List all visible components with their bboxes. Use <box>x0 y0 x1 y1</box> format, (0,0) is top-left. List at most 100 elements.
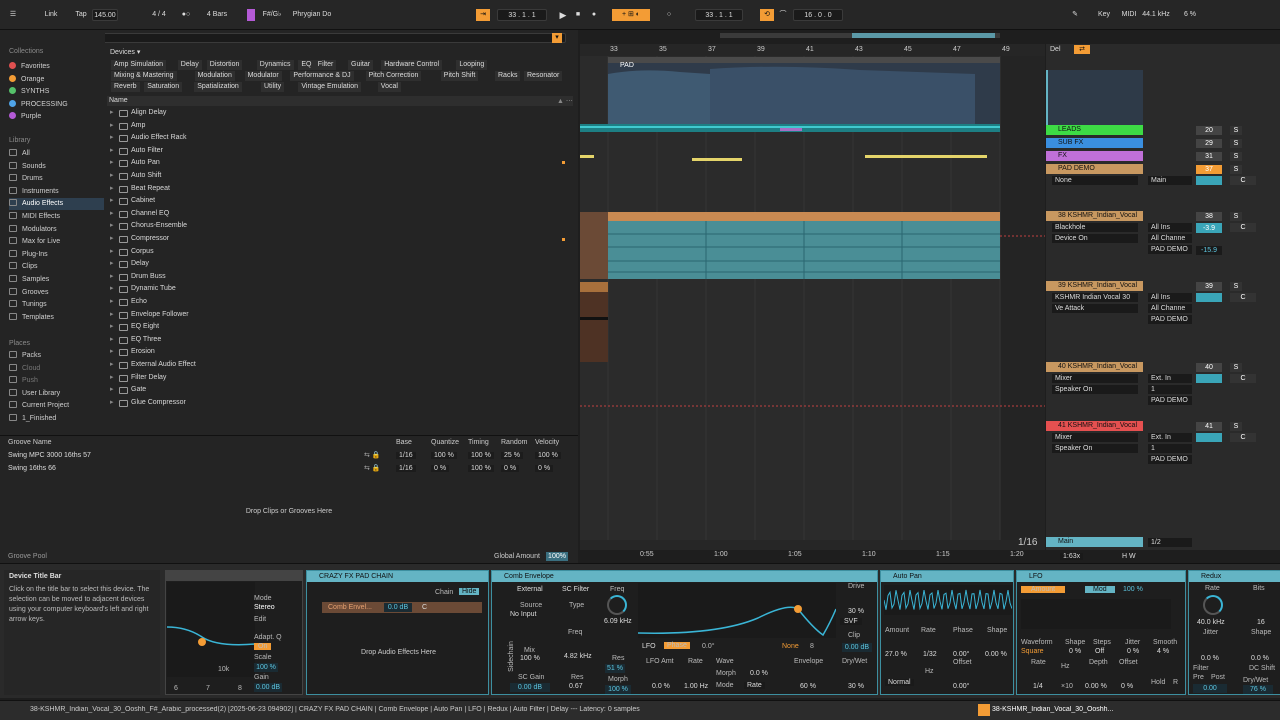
clip-value[interactable]: 0.00 dB <box>842 643 872 652</box>
redux-post-button[interactable]: Post <box>1211 674 1225 681</box>
lfo-hz[interactable]: Hz <box>1061 663 1070 670</box>
list-item[interactable]: ▸ EQ Three <box>107 334 573 347</box>
list-item[interactable]: ▸ Compressor <box>107 233 573 246</box>
tag-filter[interactable]: Guitar <box>348 60 374 70</box>
pan-value[interactable]: C <box>1230 293 1256 302</box>
track-number[interactable]: 29 <box>1196 139 1222 148</box>
track-header[interactable]: 41 KSHMR_Indian_Vocal <box>1046 421 1143 431</box>
sc-filter-toggle[interactable]: SC Filter <box>562 586 589 593</box>
jitter-value[interactable]: 0 % <box>1127 648 1139 655</box>
bar-number[interactable]: 45 <box>904 46 912 53</box>
redux-jitter-value[interactable]: 0.0 % <box>1201 655 1219 662</box>
groove-value[interactable]: 0 % <box>535 464 554 472</box>
time-marker[interactable]: 0:55 <box>640 551 654 558</box>
play-icon[interactable]: ▶ <box>557 9 569 21</box>
expand-arrow-icon[interactable]: ▸ <box>110 120 114 133</box>
redux-bits-value[interactable]: 16 <box>1257 619 1265 626</box>
autopan-offset-value[interactable]: 0.00° <box>953 683 969 690</box>
time-marker[interactable]: 1:20 <box>1010 551 1024 558</box>
expand-arrow-icon[interactable]: ▸ <box>110 246 114 259</box>
places-item[interactable]: Current Project <box>9 400 104 412</box>
list-item[interactable]: ▸ Auto Shift <box>107 170 573 183</box>
solo-button[interactable]: S <box>1230 363 1242 372</box>
lfo-title[interactable]: LFO <box>1017 571 1185 582</box>
routing-select[interactable]: PAD DEMO <box>1148 315 1192 324</box>
routing-select[interactable]: PAD DEMO <box>1148 245 1192 254</box>
song-position[interactable]: 33 . 1 . 1 <box>497 9 547 21</box>
solo-button[interactable]: S <box>1230 139 1242 148</box>
redux-title[interactable]: Redux <box>1189 571 1280 582</box>
filter-view-icon[interactable]: ▾ <box>552 33 562 43</box>
autopan-amount-value[interactable]: 27.0 % <box>885 651 907 658</box>
tag-filter[interactable]: Resonator <box>524 71 563 81</box>
chain-volume[interactable]: 0.0 dB <box>384 603 412 612</box>
groove-value[interactable]: 100 % <box>431 452 457 459</box>
tag-filter[interactable]: Reverb <box>111 82 140 92</box>
tempo-field[interactable]: 145.00 <box>92 9 118 21</box>
time-signature[interactable]: 4 / 4 <box>147 9 171 21</box>
autopan-shape-value[interactable]: 0.00 % <box>985 651 1007 658</box>
track-header[interactable]: 40 KSHMR_Indian_Vocal <box>1046 362 1143 372</box>
eq-gain-value[interactable]: 0.00 dB <box>254 683 282 692</box>
library-item[interactable]: Modulators <box>9 224 104 236</box>
phase-value[interactable]: 0.0° <box>702 643 715 650</box>
tag-filter[interactable]: Mixing & Mastering <box>111 71 177 81</box>
solo-button[interactable]: S <box>1230 212 1242 221</box>
list-item[interactable]: ▸ Beat Repeat <box>107 183 573 196</box>
capture-icon[interactable]: ○ <box>664 9 674 21</box>
expand-arrow-icon[interactable]: ▸ <box>110 384 114 397</box>
list-item[interactable]: ▸ Auto Pan <box>107 157 573 170</box>
routing-select[interactable]: Device On <box>1052 234 1138 243</box>
routing-select[interactable]: KSHMR Indian Vocal 30 <box>1052 293 1138 302</box>
redux-pre-button[interactable]: Pre <box>1193 674 1204 681</box>
groove-value[interactable]: 25 % <box>501 452 523 459</box>
list-item[interactable]: ▸ Chorus-Ensemble <box>107 220 573 233</box>
library-item[interactable]: Grooves <box>9 287 104 299</box>
warning-icon[interactable] <box>978 704 990 716</box>
loop-length[interactable]: 16 . 0 . 0 <box>793 9 843 21</box>
routing-select[interactable]: PAD DEMO <box>1148 396 1192 405</box>
loop-icon[interactable]: ⟲ <box>760 9 774 21</box>
lfo-x10[interactable]: ×10 <box>1061 683 1073 690</box>
tag-filter[interactable]: Distortion <box>206 60 243 70</box>
comb-envelope-display[interactable] <box>638 583 836 638</box>
eq-title-bar[interactable] <box>166 571 302 581</box>
groove-drop-zone[interactable]: Drop Clips or Grooves Here <box>0 508 578 515</box>
expand-arrow-icon[interactable]: ▸ <box>110 309 114 322</box>
track-header[interactable]: 38 KSHMR_Indian_Vocal <box>1046 211 1143 221</box>
library-item[interactable]: Templates <box>9 312 104 324</box>
time-marker[interactable]: 1:05 <box>788 551 802 558</box>
comb-freq-knob[interactable] <box>607 595 627 615</box>
env-none[interactable]: None <box>782 643 799 650</box>
automation-arm-buttons[interactable]: + ⊞ ◐ <box>612 9 650 21</box>
env-steps[interactable]: 8 <box>810 643 814 650</box>
list-item[interactable]: ▸ Auto Filter <box>107 145 573 158</box>
track-header[interactable]: PAD DEMO <box>1046 164 1143 174</box>
chain-row[interactable]: Comb Envel... 0.0 dB C <box>322 602 482 613</box>
tag-filter[interactable]: Pitch Shift <box>440 71 479 81</box>
expand-arrow-icon[interactable]: ▸ <box>110 107 114 120</box>
routing-select[interactable]: All Channe <box>1148 234 1192 243</box>
chain-name[interactable]: Comb Envel... <box>328 604 372 611</box>
overview-window[interactable] <box>852 33 995 38</box>
lfo-amount-map[interactable]: Amount <box>1021 586 1066 593</box>
groove-value[interactable]: 0 % <box>501 464 520 472</box>
steps-value[interactable]: Off <box>1095 648 1104 655</box>
expand-arrow-icon[interactable]: ▸ <box>110 372 114 385</box>
pan-value[interactable]: C <box>1230 374 1256 383</box>
library-item[interactable]: Sounds <box>9 161 104 173</box>
list-item[interactable]: ▸ Dynamic Tube <box>107 283 573 296</box>
track-header[interactable]: SUB FX <box>1046 138 1143 148</box>
collection-item[interactable]: Orange <box>9 74 104 86</box>
library-item[interactable]: Audio Effects <box>9 198 104 211</box>
tag-filter[interactable]: Vocal <box>377 82 401 92</box>
routing-select[interactable]: None <box>1052 176 1138 185</box>
delete-button[interactable]: Del <box>1050 46 1061 53</box>
track-header[interactable]: FX <box>1046 151 1143 161</box>
rack-title[interactable]: CRAZY FX PAD CHAIN <box>307 571 488 582</box>
lfo-rate-value[interactable]: 1/4 <box>1033 683 1043 690</box>
autopan-hz[interactable]: Hz <box>925 668 934 675</box>
drywet-value[interactable]: 30 % <box>848 683 864 690</box>
eq-mode-value[interactable]: Stereo <box>254 604 275 611</box>
library-item[interactable]: Max for Live <box>9 236 104 248</box>
